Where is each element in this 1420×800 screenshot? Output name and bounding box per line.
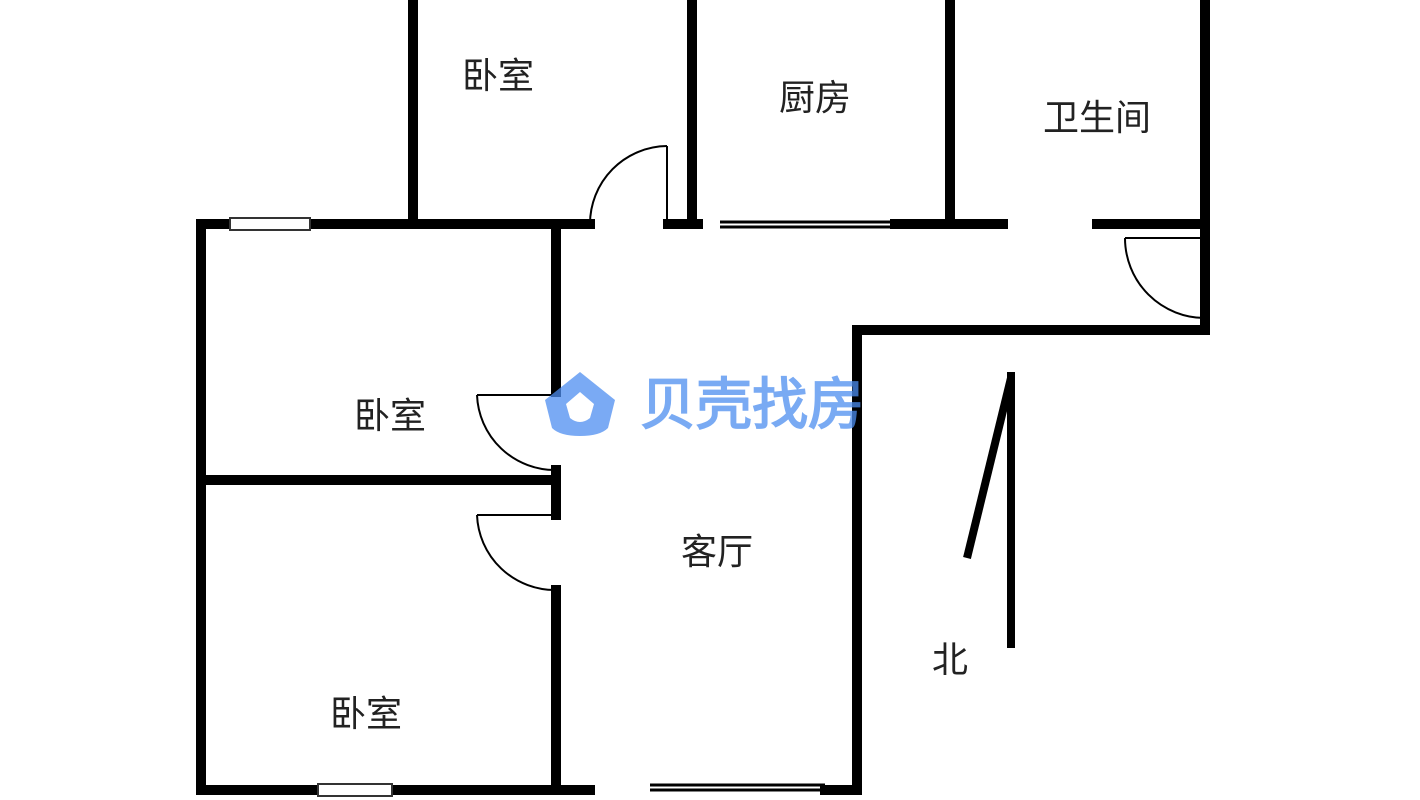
watermark-text: 贝壳找房	[640, 373, 864, 438]
door-swing-arc	[589, 145, 668, 225]
door-swing-arc	[1124, 237, 1206, 319]
room-label-bathroom: 卫生间	[1043, 98, 1151, 139]
room-label-kitchen: 厨房	[779, 78, 851, 119]
room-label-living-room: 客厅	[681, 532, 753, 573]
north-label: 北	[932, 640, 968, 681]
north-arrow-head	[963, 377, 1015, 559]
door-swing-arc	[476, 514, 557, 592]
room-label-bedroom-bottom: 卧室	[330, 694, 402, 735]
doors	[476, 145, 1206, 592]
door-swing-arc	[476, 394, 557, 472]
window-bedroom-bottom	[317, 783, 393, 797]
room-label-bedroom-top: 卧室	[462, 56, 534, 97]
floor-plan: 北 卧室 厨房 卫生间 卧室 客厅 卧室 贝壳找房	[196, 0, 1210, 797]
window-bedroom-top-left	[229, 217, 311, 231]
north-arrow	[963, 372, 1015, 648]
room-label-bedroom-middle: 卧室	[354, 396, 426, 437]
watermark: 贝壳找房	[545, 372, 864, 438]
